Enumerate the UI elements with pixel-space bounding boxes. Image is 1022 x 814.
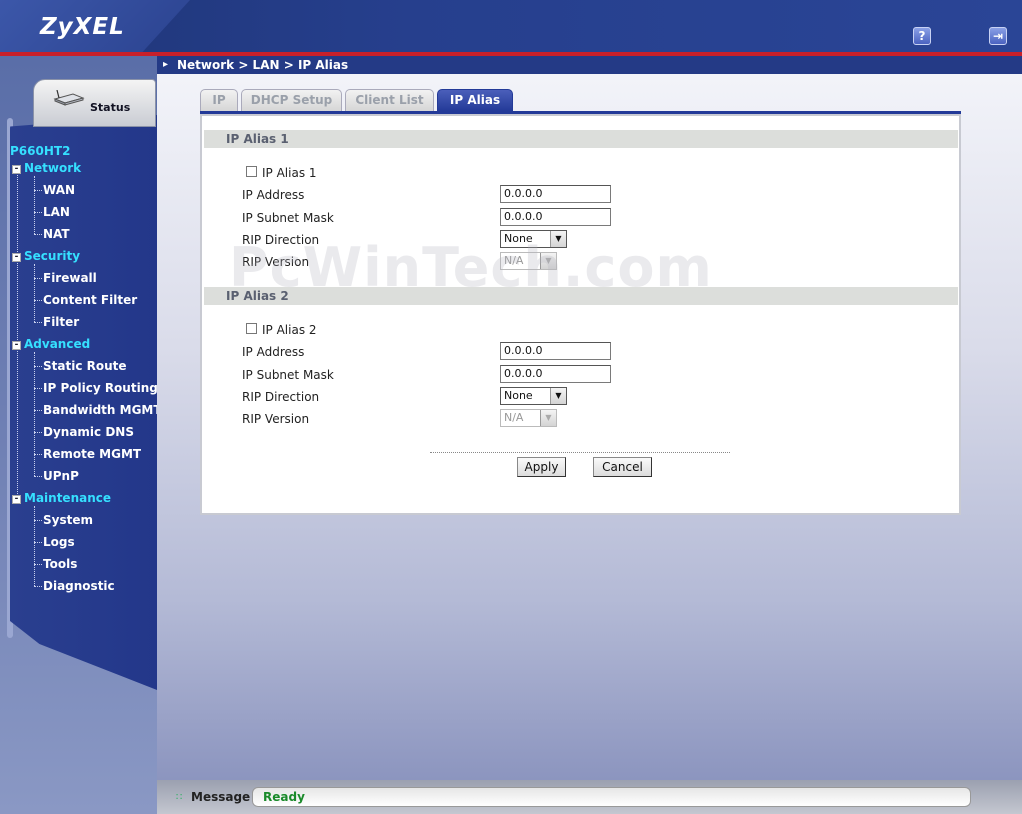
alias2-rip-version-label: RIP Version bbox=[242, 412, 310, 426]
nav-item-filter[interactable]: Filter bbox=[43, 315, 79, 329]
alias2-ip-input[interactable]: 0.0.0.0 bbox=[500, 342, 611, 360]
alias2-checkbox-label: IP Alias 2 bbox=[262, 323, 317, 337]
alias2-rip-direction-label: RIP Direction bbox=[242, 390, 320, 404]
alias2-rip-version-value: N/A bbox=[504, 411, 524, 424]
alias2-rip-direction-value: None bbox=[504, 389, 533, 402]
chevron-down-icon: ▼ bbox=[550, 388, 566, 404]
device-model: P660HT2 bbox=[10, 144, 71, 158]
nav-item-wan[interactable]: WAN bbox=[43, 183, 75, 197]
alias2-mask-input[interactable]: 0.0.0.0 bbox=[500, 365, 611, 383]
nav-item-system[interactable]: System bbox=[43, 513, 93, 527]
nav-section-maintenance[interactable]: - Maintenance bbox=[12, 491, 111, 505]
alias2-mask-label: IP Subnet Mask bbox=[242, 368, 334, 382]
alias2-checkbox[interactable] bbox=[246, 323, 257, 334]
nav-item-bandwidth-mgmt[interactable]: Bandwidth MGMT bbox=[43, 403, 162, 417]
tab-ip[interactable]: IP bbox=[200, 89, 238, 111]
section-header-alias1: IP Alias 1 bbox=[204, 130, 958, 148]
alias1-mask-label: IP Subnet Mask bbox=[242, 211, 334, 225]
nav-item-static-route[interactable]: Static Route bbox=[43, 359, 127, 373]
tree-line bbox=[17, 172, 18, 498]
tab-client-list[interactable]: Client List bbox=[345, 89, 434, 111]
nav-item-dynamic-dns[interactable]: Dynamic DNS bbox=[43, 425, 134, 439]
nav-item-ip-policy-routing[interactable]: IP Policy Routing bbox=[43, 381, 158, 395]
alias2-rip-direction-select[interactable]: None ▼ bbox=[500, 387, 567, 405]
zyxel-logo: ZyXEL bbox=[40, 14, 125, 40]
alias1-ip-label: IP Address bbox=[242, 188, 305, 202]
nav-item-remote-mgmt[interactable]: Remote MGMT bbox=[43, 447, 141, 461]
nav-item-content-filter[interactable]: Content Filter bbox=[43, 293, 137, 307]
router-icon bbox=[53, 90, 85, 106]
chevron-down-icon: ▼ bbox=[540, 410, 556, 426]
alias1-checkbox[interactable] bbox=[246, 166, 257, 177]
nav-item-logs[interactable]: Logs bbox=[43, 535, 75, 549]
alias1-mask-input[interactable]: 0.0.0.0 bbox=[500, 208, 611, 226]
alias2-ip-label: IP Address bbox=[242, 345, 305, 359]
tab-ip-alias[interactable]: IP Alias bbox=[437, 89, 513, 111]
nav-section-network[interactable]: - Network bbox=[12, 161, 81, 175]
apply-button[interactable]: Apply bbox=[517, 457, 566, 477]
breadcrumb: ▸ Network > LAN > IP Alias bbox=[157, 56, 1022, 74]
tab-dhcp-setup[interactable]: DHCP Setup bbox=[241, 89, 342, 111]
alias2-rip-version-select: N/A ▼ bbox=[500, 409, 557, 427]
nav-item-diagnostic[interactable]: Diagnostic bbox=[43, 579, 115, 593]
breadcrumb-arrow-icon: ▸ bbox=[163, 59, 169, 70]
message-icon: ∷ bbox=[176, 792, 183, 803]
nav-section-security[interactable]: - Security bbox=[12, 249, 80, 263]
tree-line bbox=[34, 506, 35, 586]
nav-item-lan[interactable]: LAN bbox=[43, 205, 70, 219]
nav-item-firewall[interactable]: Firewall bbox=[43, 271, 97, 285]
alias1-checkbox-label: IP Alias 1 bbox=[262, 166, 317, 180]
nav-item-upnp[interactable]: UPnP bbox=[43, 469, 79, 483]
alias1-ip-input[interactable]: 0.0.0.0 bbox=[500, 185, 611, 203]
section-header-alias2: IP Alias 2 bbox=[204, 287, 958, 305]
nav-section-advanced[interactable]: - Advanced bbox=[12, 337, 90, 351]
cancel-button[interactable]: Cancel bbox=[593, 457, 652, 477]
tree-line bbox=[34, 352, 35, 476]
nav-item-nat[interactable]: NAT bbox=[43, 227, 70, 241]
message-box: Ready bbox=[252, 787, 971, 807]
nav-item-tools[interactable]: Tools bbox=[43, 557, 77, 571]
logout-icon[interactable]: ⇥ bbox=[989, 27, 1007, 45]
tree-line bbox=[34, 176, 35, 234]
tree-line bbox=[34, 264, 35, 322]
help-icon[interactable]: ? bbox=[913, 27, 931, 45]
status-label[interactable]: Status bbox=[90, 101, 130, 114]
message-label: Message bbox=[191, 790, 251, 804]
breadcrumb-text: Network > LAN > IP Alias bbox=[177, 58, 349, 72]
button-divider bbox=[430, 452, 730, 453]
